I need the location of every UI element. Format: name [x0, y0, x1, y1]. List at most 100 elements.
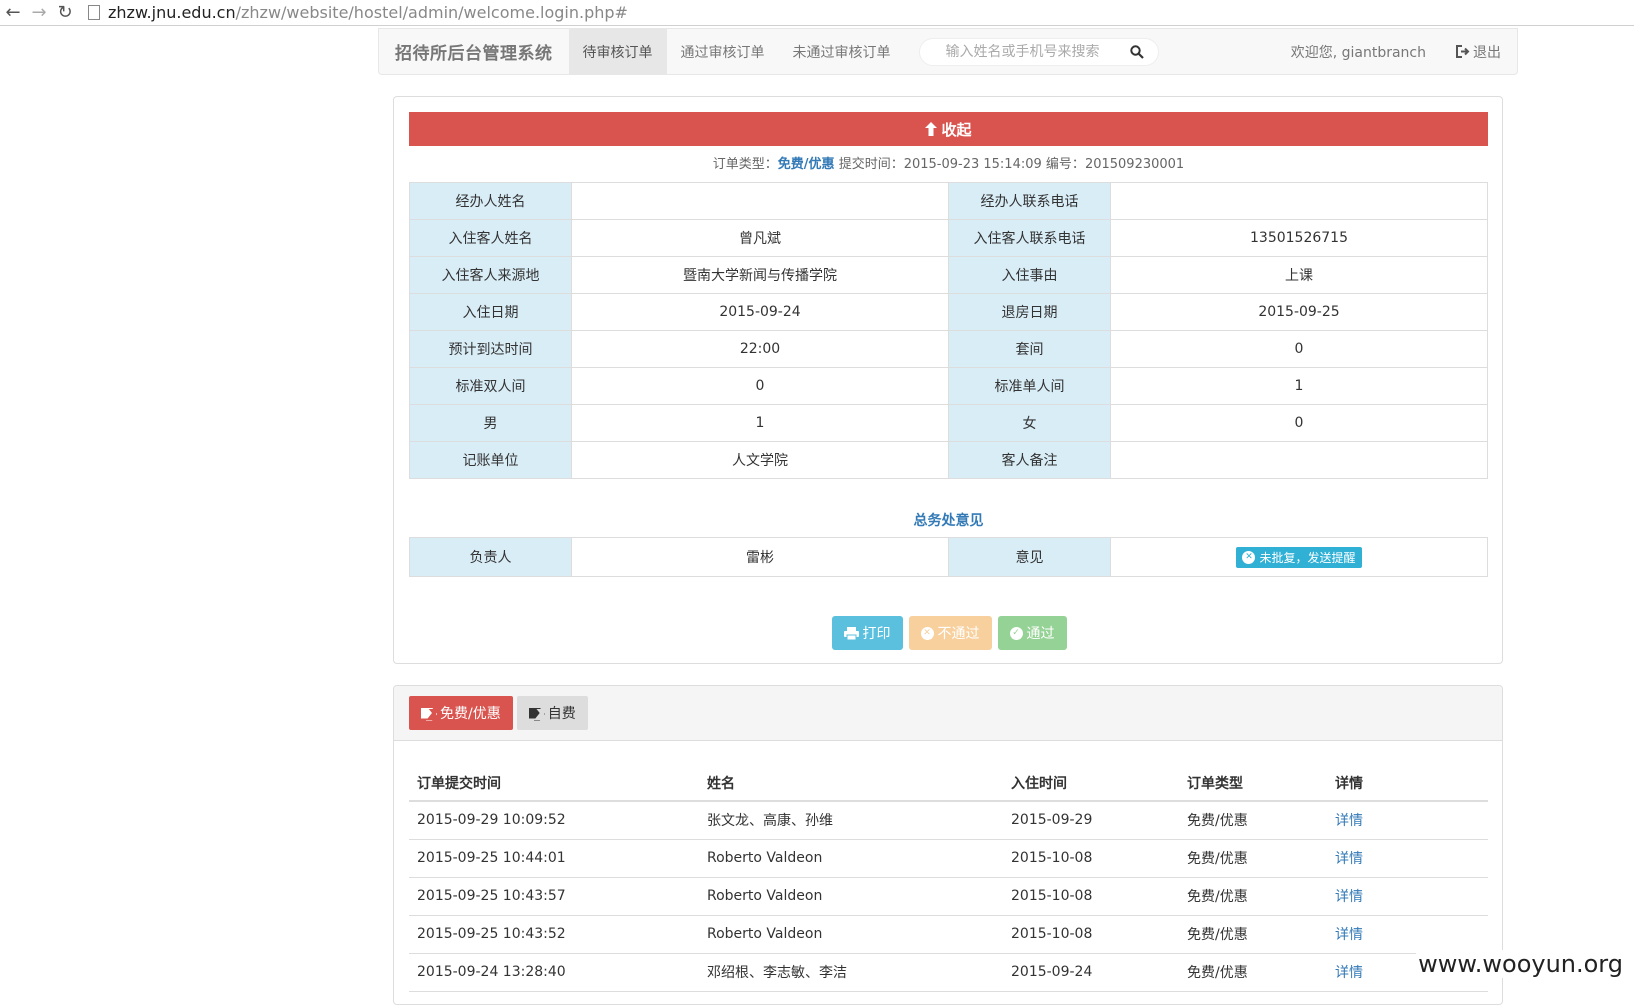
order-id-label: 编号：	[1045, 157, 1085, 172]
detail-link[interactable]: 详情	[1335, 889, 1363, 905]
opinion-row: 负责人 雷彬 意见 ✕ 未批复，发送提醒	[409, 537, 1488, 577]
order-id-value: 201509230001	[1084, 157, 1185, 172]
field-label: 女	[948, 404, 1111, 442]
opinion-label: 意见	[948, 537, 1111, 577]
detail-link[interactable]: 详情	[1335, 851, 1363, 867]
order-detail-panel: 收起 订单类型：免费/优惠 提交时间：2015-09-23 15:14:09 编…	[393, 96, 1503, 664]
logout-label: 退出	[1473, 44, 1501, 61]
pass-label: 通过	[1026, 626, 1055, 642]
table-row: 2015-09-25 10:43:57 Roberto Valdeon 2015-1…	[409, 877, 1488, 916]
info-row: 经办人姓名 经办人联系电话	[409, 182, 1488, 220]
order-guest-name: Roberto Valdeon	[699, 915, 1003, 954]
info-row: 预计到达时间 22:00 套间 0	[409, 330, 1488, 368]
submit-time-label: 提交时间：	[838, 157, 904, 172]
forward-arrow-icon[interactable]: →	[26, 1, 52, 25]
field-label: 经办人姓名	[409, 182, 572, 220]
info-row: 入住客人姓名 曾凡斌 入住客人联系电话 13501526715	[409, 219, 1488, 257]
close-circle-icon: ✕	[1242, 550, 1256, 564]
order-checkin-date: 2015-09-24	[1003, 953, 1179, 992]
field-value	[571, 182, 949, 220]
tab-free-discount[interactable]: 免费/优惠	[409, 696, 513, 730]
collapse-button[interactable]: 收起	[409, 112, 1488, 146]
field-label: 标准单人间	[948, 367, 1111, 405]
info-row: 入住客人来源地 暨南大学新闻与传播学院 入住事由 上课	[409, 256, 1488, 294]
field-value: 1	[571, 404, 949, 442]
brand-title[interactable]: 招待所后台管理系统	[379, 39, 569, 64]
detail-link[interactable]: 详情	[1335, 965, 1363, 981]
url-host: zhzw.jnu.edu.cn	[108, 3, 236, 22]
order-type: 免费/优惠	[1179, 877, 1327, 916]
tab-self-paid[interactable]: 自费	[516, 696, 588, 730]
field-value: 0	[571, 367, 949, 405]
opinion-table: 负责人 雷彬 意见 ✕ 未批复，发送提醒	[409, 537, 1488, 577]
print-label: 打印	[862, 626, 891, 642]
address-bar[interactable]: zhzw.jnu.edu.cn/zhzw/website/hostel/admi…	[88, 3, 628, 22]
table-row: 2015-09-25 10:43:52 Roberto Valdeon 2015-1…	[409, 915, 1488, 954]
order-info-table: 经办人姓名 经办人联系电话 入住客人姓名 曾凡斌 入住客人联系电话 13501526715…	[409, 182, 1488, 479]
search-icon[interactable]	[1129, 44, 1144, 59]
tab-self-paid-label: 自费	[547, 706, 576, 722]
field-label: 退房日期	[948, 293, 1111, 331]
field-label: 入住客人联系电话	[948, 219, 1111, 257]
col-detail: 详情	[1327, 765, 1488, 802]
order-checkin-date: 2015-09-29	[1003, 801, 1179, 840]
order-detail-cell: 详情	[1327, 877, 1488, 916]
send-reminder-button[interactable]: ✕ 未批复，发送提醒	[1236, 546, 1362, 568]
orders-table: 订单提交时间 姓名 入住时间 订单类型 详情 2015-09-29 10:09:…	[409, 765, 1488, 992]
orders-panel: 免费/优惠 自费 订单提交时间 姓名 入住时间 订单类型 详情 2015-09-…	[393, 685, 1503, 1005]
field-value: 上课	[1110, 256, 1488, 294]
opinion-title: 总务处意见	[913, 513, 984, 529]
reject-label: 不通过	[937, 626, 980, 642]
print-button[interactable]: 打印	[831, 616, 903, 650]
info-row: 标准双人间 0 标准单人间 1	[409, 367, 1488, 405]
order-guest-name: 邓绍根、李志敏、李洁	[699, 953, 1003, 992]
pass-button[interactable]: ✓ 通过	[997, 616, 1067, 650]
field-label: 入住客人来源地	[409, 256, 572, 294]
welcome-text: 欢迎您, giantbranch	[1290, 44, 1426, 61]
order-guest-name: Roberto Valdeon	[699, 839, 1003, 878]
info-row: 入住日期 2015-09-24 退房日期 2015-09-25	[409, 293, 1488, 331]
field-value	[1110, 182, 1488, 220]
tab-pending-orders[interactable]: 待审核订单	[568, 29, 667, 74]
search-input[interactable]	[945, 43, 1116, 60]
order-type: 免费/优惠	[1179, 801, 1327, 840]
field-value: 0	[1110, 330, 1488, 368]
order-submit-time: 2015-09-29 10:09:52	[409, 801, 699, 840]
order-type-value: 免费/优惠	[777, 157, 835, 172]
order-submit-time: 2015-09-24 13:28:40	[409, 953, 699, 992]
order-detail-cell: 详情	[1327, 915, 1488, 954]
field-label: 入住事由	[948, 256, 1111, 294]
field-value: 2015-09-24	[571, 293, 949, 331]
field-label: 经办人联系电话	[948, 182, 1111, 220]
tab-approved-orders[interactable]: 通过审核订单	[667, 29, 779, 74]
orders-panel-heading: 免费/优惠 自费	[394, 686, 1502, 741]
order-guest-name: Roberto Valdeon	[699, 877, 1003, 916]
order-checkin-date: 2015-10-08	[1003, 915, 1179, 954]
field-value: 2015-09-25	[1110, 293, 1488, 331]
table-row: 2015-09-29 10:09:52 张文龙、高康、孙维 2015-09-29 免费…	[409, 801, 1488, 840]
detail-link[interactable]: 详情	[1335, 927, 1363, 943]
order-type: 免费/优惠	[1179, 915, 1327, 954]
order-guest-name: 张文龙、高康、孙维	[699, 801, 1003, 840]
order-checkin-date: 2015-10-08	[1003, 877, 1179, 916]
field-label: 记账单位	[409, 441, 572, 479]
tab-free-discount-label: 免费/优惠	[440, 706, 501, 722]
detail-link[interactable]: 详情	[1335, 813, 1363, 829]
reject-button[interactable]: ✕ 不通过	[908, 616, 992, 650]
field-value: 人文学院	[571, 441, 949, 479]
tab-rejected-orders[interactable]: 未通过审核订单	[779, 29, 905, 74]
browser-toolbar: ← → ↻ zhzw.jnu.edu.cn/zhzw/website/hoste…	[0, 0, 1634, 26]
person-value: 雷彬	[571, 537, 949, 577]
field-value: 暨南大学新闻与传播学院	[571, 256, 949, 294]
table-row: 2015-09-25 10:44:01 Roberto Valdeon 2015-1…	[409, 839, 1488, 878]
back-arrow-icon[interactable]: ←	[0, 1, 26, 25]
reload-icon[interactable]: ↻	[52, 1, 78, 25]
logout-link[interactable]: 退出	[1456, 42, 1501, 62]
order-submit-time: 2015-09-25 10:43:57	[409, 877, 699, 916]
check-circle-icon: ✓	[1009, 626, 1023, 640]
col-checkin: 入住时间	[1003, 765, 1179, 802]
field-label: 标准双人间	[409, 367, 572, 405]
order-type: 免费/优惠	[1179, 839, 1327, 878]
person-label: 负责人	[409, 537, 572, 577]
order-type-label: 订单类型：	[712, 157, 778, 172]
